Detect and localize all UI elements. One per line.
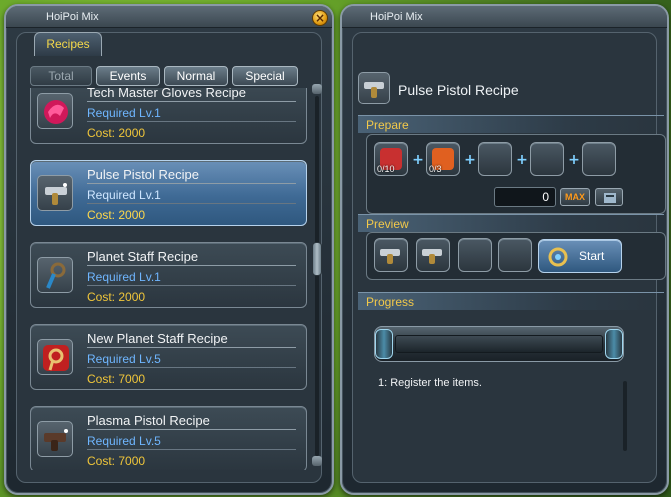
calculator-icon xyxy=(604,193,616,203)
pistol-icon xyxy=(380,249,400,264)
recipe-name: Planet Staff Recipe xyxy=(87,249,199,264)
pistol-icon xyxy=(358,72,390,104)
recipe-item-plasma-pistol[interactable]: Plasma Pistol Recipe Required Lv.5 Cost:… xyxy=(30,406,307,470)
divider xyxy=(87,183,296,184)
plus-icon: + xyxy=(412,152,424,168)
preview-slot xyxy=(498,238,532,272)
titlebar[interactable]: HoiPoi Mix × xyxy=(6,6,332,28)
recipe-level: Required Lv.1 xyxy=(87,188,161,202)
ingredient-slot[interactable]: 0/10 xyxy=(374,142,408,176)
plus-icon: + xyxy=(568,152,580,168)
recipe-item-pulse-pistol[interactable]: Pulse Pistol Recipe Required Lv.1 Cost: … xyxy=(30,160,307,226)
preview-slot xyxy=(374,238,408,272)
plus-icon: + xyxy=(516,152,528,168)
divider xyxy=(87,203,296,204)
calculator-button[interactable] xyxy=(595,188,623,206)
recipe-name: Plasma Pistol Recipe xyxy=(87,413,210,428)
pistol-icon xyxy=(37,421,73,457)
divider xyxy=(87,367,296,368)
progress-section-header: Progress xyxy=(358,292,664,310)
progress-bar-frame xyxy=(374,326,624,362)
scroll-down-arrow-icon[interactable] xyxy=(312,456,322,466)
filter-events-button[interactable]: Events xyxy=(96,66,160,86)
scroll-up-arrow-icon[interactable] xyxy=(312,84,322,94)
progress-message: 1: Register the items. xyxy=(378,377,482,389)
staff-icon xyxy=(37,339,73,375)
divider xyxy=(87,429,296,430)
scroll-track[interactable] xyxy=(315,96,319,456)
filter-total-button[interactable]: Total xyxy=(30,66,92,86)
prepare-section-header: Prepare xyxy=(358,115,664,133)
scroll-track[interactable] xyxy=(623,381,627,451)
start-label: Start xyxy=(579,249,605,263)
recipe-name: Pulse Pistol Recipe xyxy=(87,167,199,182)
progress-bar xyxy=(395,335,603,353)
recipe-name: New Planet Staff Recipe xyxy=(87,331,228,346)
titlebar[interactable]: HoiPoi Mix xyxy=(342,6,667,28)
divider xyxy=(87,121,296,122)
recipe-cost: Cost: 7000 xyxy=(87,454,146,468)
preview-slot xyxy=(416,238,450,272)
ingredient-slot[interactable] xyxy=(530,142,564,176)
progress-cap xyxy=(605,329,623,359)
pistol-icon xyxy=(37,175,73,211)
filter-special-button[interactable]: Special xyxy=(232,66,298,86)
recipe-list-scrollbar[interactable] xyxy=(312,84,322,468)
ingredient-slot[interactable] xyxy=(582,142,616,176)
recipe-cost: Cost: 2000 xyxy=(87,290,146,304)
divider xyxy=(87,449,296,450)
recipe-level: Required Lv.1 xyxy=(87,106,161,120)
window-title: HoiPoi Mix xyxy=(46,11,99,23)
progress-log-scrollbar[interactable] xyxy=(620,376,630,456)
staff-icon xyxy=(37,257,73,293)
divider xyxy=(87,347,296,348)
ingredient-count: 0/10 xyxy=(377,164,395,174)
quantity-input[interactable]: 0 xyxy=(494,187,556,207)
ingredient-slot[interactable]: 0/3 xyxy=(426,142,460,176)
recipe-item-tech-master-gloves[interactable]: Tech Master Gloves Recipe Required Lv.1 … xyxy=(30,88,307,144)
selected-recipe-title: Pulse Pistol Recipe xyxy=(398,82,519,98)
scroll-thumb[interactable] xyxy=(312,242,322,276)
divider xyxy=(87,285,296,286)
ingredient-count: 0/3 xyxy=(429,164,442,174)
pistol-icon xyxy=(422,249,442,264)
gloves-icon xyxy=(37,93,73,129)
preview-section-header: Preview xyxy=(358,214,664,232)
preview-slot xyxy=(458,238,492,272)
recipe-cost: Cost: 7000 xyxy=(87,372,146,386)
plus-icon: + xyxy=(464,152,476,168)
recipe-item-new-planet-staff[interactable]: New Planet Staff Recipe Required Lv.5 Co… xyxy=(30,324,307,390)
recipe-level: Required Lv.1 xyxy=(87,270,161,284)
section-label: Progress xyxy=(366,295,415,309)
window-title: HoiPoi Mix xyxy=(370,11,423,23)
section-label: Prepare xyxy=(366,118,409,132)
progress-cap xyxy=(375,329,393,359)
refresh-icon xyxy=(548,247,568,267)
close-button[interactable]: × xyxy=(312,10,328,26)
recipe-level: Required Lv.5 xyxy=(87,352,161,366)
recipe-level: Required Lv.5 xyxy=(87,434,161,448)
divider xyxy=(87,265,296,266)
section-label: Preview xyxy=(366,217,409,231)
filter-normal-button[interactable]: Normal xyxy=(164,66,228,86)
recipe-name: Tech Master Gloves Recipe xyxy=(87,88,246,100)
recipe-cost: Cost: 2000 xyxy=(87,126,146,140)
filter-bar: Total Events Normal Special xyxy=(30,66,298,86)
divider xyxy=(87,101,296,102)
ingredient-slot[interactable] xyxy=(478,142,512,176)
max-button[interactable]: MAX xyxy=(560,188,590,206)
recipe-list: Tech Master Gloves Recipe Required Lv.1 … xyxy=(30,88,310,470)
recipe-cost: Cost: 2000 xyxy=(87,208,146,222)
recipe-item-planet-staff[interactable]: Planet Staff Recipe Required Lv.1 Cost: … xyxy=(30,242,307,308)
tab-recipes[interactable]: Recipes xyxy=(34,32,102,56)
start-button[interactable]: Start xyxy=(538,239,622,273)
